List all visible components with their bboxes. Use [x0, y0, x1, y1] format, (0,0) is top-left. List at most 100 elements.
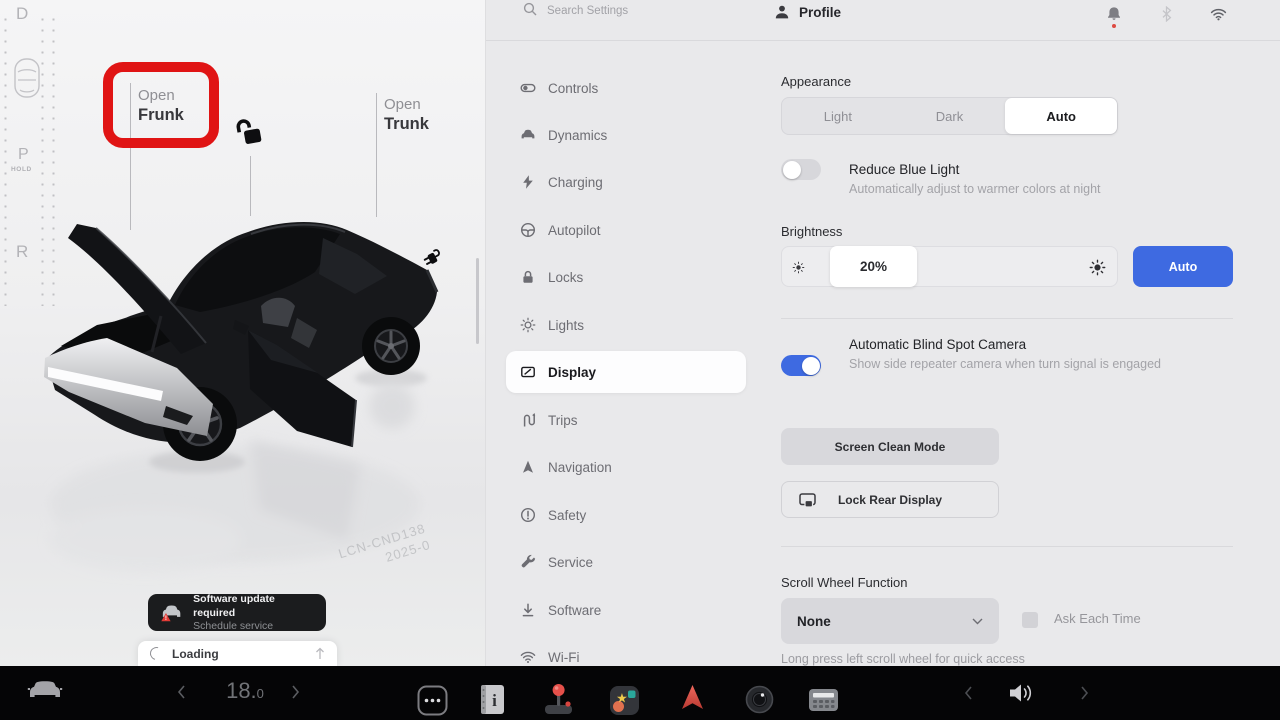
blind-spot-camera-toggle[interactable] [781, 355, 821, 376]
scroll-wheel-footer-note: Long press left scroll wheel for quick a… [781, 652, 1025, 666]
brightness-label: Brightness [781, 224, 842, 239]
left-panel-scrollbar[interactable] [476, 258, 479, 344]
owners-manual-icon[interactable]: i [479, 684, 505, 715]
appearance-option-dark[interactable]: Dark [894, 98, 1006, 134]
ask-each-time-label: Ask Each Time [1054, 611, 1141, 626]
dashcam-icon[interactable] [745, 685, 774, 714]
sidebar-item-trips[interactable]: Trips [506, 399, 746, 441]
appearance-segmented-control: Light Dark Auto [781, 97, 1118, 135]
gear-drive[interactable]: D [16, 4, 28, 24]
open-trunk-label-2: Trunk [384, 114, 429, 135]
settings-panel: Profile Controls Dynami [485, 0, 1280, 666]
reduce-blue-light-subtitle: Automatically adjust to warmer colors at… [849, 182, 1101, 196]
lock-rear-display-button[interactable]: Lock Rear Display [781, 481, 999, 518]
brightness-low-icon [792, 261, 805, 274]
charge-port-icon[interactable] [423, 247, 445, 269]
search-icon [523, 2, 538, 17]
scroll-wheel-function-label: Scroll Wheel Function [781, 575, 907, 590]
tesla-screen: D P HOLD R Open Frunk Open Trunk [0, 0, 1280, 720]
blind-spot-camera-subtitle: Show side repeater camera when turn sign… [849, 357, 1161, 371]
volume-down-chevron[interactable] [963, 685, 973, 701]
temp-increase-chevron[interactable] [291, 684, 301, 700]
bluetooth-icon[interactable] [1159, 6, 1174, 22]
annotation-red-box [103, 62, 219, 148]
wrench-icon [520, 554, 536, 570]
wifi-icon[interactable] [1210, 7, 1227, 21]
search-input[interactable] [545, 0, 739, 21]
navigation-app-icon[interactable] [679, 683, 706, 712]
gear-park[interactable]: P [18, 146, 29, 164]
software-update-toast[interactable]: ! Software update required Schedule serv… [148, 594, 326, 631]
sidebar-item-locks[interactable]: Locks [506, 256, 746, 298]
appearance-option-auto[interactable]: Auto [1005, 98, 1117, 134]
rear-wheel [362, 317, 420, 375]
unlocked-padlock-icon[interactable] [230, 116, 264, 150]
download-icon [520, 602, 536, 618]
toast-title: Software update required [193, 592, 316, 620]
brightness-thumb[interactable]: 20% [830, 246, 917, 287]
svg-text:★: ★ [616, 691, 628, 706]
screen-clean-mode-button[interactable]: Screen Clean Mode [781, 428, 999, 465]
sidebar-item-navigation[interactable]: Navigation [506, 446, 746, 488]
sun-icon [520, 317, 536, 333]
temp-decrease-chevron[interactable] [176, 684, 186, 700]
vehicle-app-icon[interactable] [26, 676, 64, 704]
loading-label: Loading [172, 647, 315, 661]
profile-icon [774, 4, 790, 20]
scroll-wheel-dropdown[interactable]: None [781, 598, 999, 644]
loading-spinner-icon [148, 645, 166, 663]
svg-text:i: i [492, 691, 497, 710]
nav-arrow-icon [520, 459, 536, 475]
sidebar-item-controls[interactable]: Controls [506, 67, 746, 109]
keyboard-calculator-icon[interactable] [808, 688, 839, 712]
steering-wheel-icon [520, 222, 536, 238]
sidebar-item-charging[interactable]: Charging [506, 161, 746, 203]
appearance-label: Appearance [781, 74, 851, 89]
chevron-down-icon [972, 618, 983, 625]
brightness-auto-button[interactable]: Auto [1133, 246, 1233, 287]
notifications-bell-icon[interactable] [1106, 6, 1122, 27]
reduce-blue-light-title: Reduce Blue Light [849, 162, 959, 177]
up-arrow-icon [315, 647, 325, 660]
app-launcher-icon[interactable] [417, 685, 448, 716]
controls-icon [520, 80, 536, 96]
divider [781, 546, 1233, 547]
route-icon [520, 412, 536, 428]
gear-park-hold: HOLD [11, 166, 32, 173]
settings-top-bar: Profile [486, 0, 1280, 41]
sidebar-item-safety[interactable]: Safety [506, 494, 746, 536]
car-warning-icon: ! [158, 601, 185, 625]
taskbar: 18.0 i ★ [0, 666, 1280, 720]
theater-shapes-icon[interactable]: ★ [609, 685, 640, 716]
loading-bar[interactable]: Loading [138, 641, 337, 666]
car-status-panel: D P HOLD R Open Frunk Open Trunk [0, 0, 485, 666]
rear-display-lock-icon [798, 491, 817, 510]
sidebar-item-autopilot[interactable]: Autopilot [506, 209, 746, 251]
sidebar-item-display[interactable]: Display [506, 351, 746, 393]
trunk-pointer-line [376, 93, 377, 217]
toast-subtitle: Schedule service [193, 620, 316, 633]
volume-speaker-icon[interactable] [1008, 681, 1036, 705]
scroll-wheel-value: None [797, 614, 972, 629]
alert-circle-icon [520, 507, 536, 523]
open-trunk-button[interactable]: Open Trunk [384, 95, 429, 135]
sidebar-item-service[interactable]: Service [506, 541, 746, 583]
volume-up-chevron[interactable] [1080, 685, 1090, 701]
sidebar-item-software[interactable]: Software [506, 589, 746, 631]
ask-each-time-checkbox[interactable] [1022, 612, 1038, 628]
brightness-high-icon [1089, 259, 1106, 276]
profile-button[interactable]: Profile [774, 4, 841, 20]
appearance-option-light[interactable]: Light [782, 98, 894, 134]
lock-icon [520, 269, 536, 285]
profile-label: Profile [799, 5, 841, 20]
sidebar-item-dynamics[interactable]: Dynamics [506, 114, 746, 156]
display-icon [520, 364, 536, 380]
cabin-temperature: 18.0 [205, 678, 285, 704]
reduce-blue-light-toggle[interactable] [781, 159, 821, 180]
lightning-icon [520, 174, 536, 190]
car-icon [520, 127, 536, 143]
lock-pointer-line [250, 156, 251, 216]
arcade-joystick-icon[interactable] [541, 682, 576, 716]
brightness-slider[interactable]: 20% [781, 246, 1118, 287]
sidebar-item-lights[interactable]: Lights [506, 304, 746, 346]
